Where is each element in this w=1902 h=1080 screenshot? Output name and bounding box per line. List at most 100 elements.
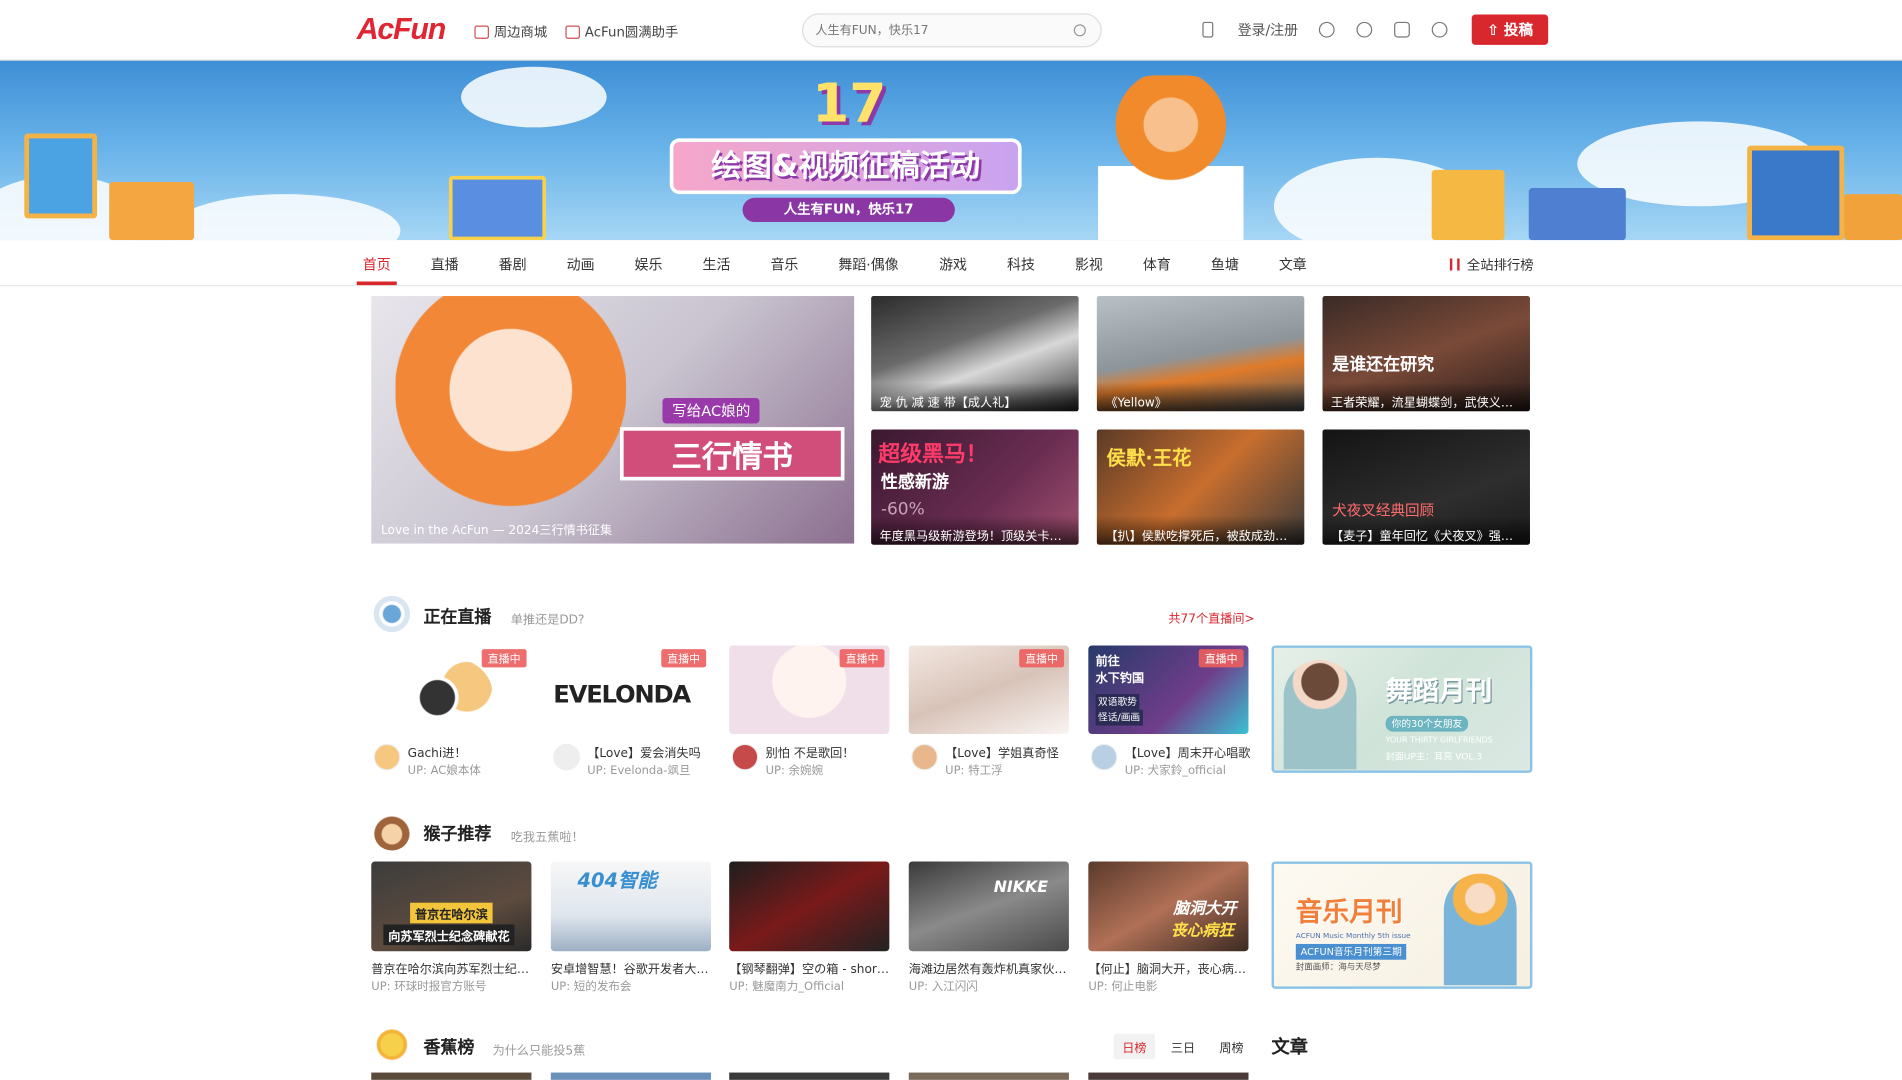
- nav-entertainment[interactable]: 娱乐: [635, 255, 663, 274]
- hero-carousel[interactable]: 写给AC娘的 三行情书 Love in the AcFun — 2024三行情书…: [371, 296, 855, 544]
- recommend-thumb[interactable]: 普京在哈尔滨 向苏军烈士纪念碑献花: [371, 861, 532, 952]
- recommend-uploader[interactable]: UP: 环球时报官方账号: [371, 977, 486, 993]
- article-section-title: 文章: [1271, 1036, 1308, 1058]
- avatar[interactable]: [911, 743, 938, 771]
- rank-link[interactable]: 全站排行榜: [1449, 255, 1534, 274]
- live-card-thumb[interactable]: 直播中: [371, 645, 532, 735]
- upload-icon: ⇧: [1486, 21, 1500, 39]
- music-monthly-promo[interactable]: 音乐月刊 ACFUN Music Monthly 5th issue ACFUN…: [1271, 861, 1533, 989]
- assistant-link[interactable]: AcFun圆满助手: [565, 22, 678, 41]
- feature-card[interactable]: 是谁还在研究 王者荣耀，流星蝴蝶剑，武侠义…: [1322, 296, 1530, 412]
- hero-character: [395, 296, 627, 544]
- recommend-uploader[interactable]: UP: 何止电影: [1088, 977, 1157, 993]
- feature-title: 王者荣耀，流星蝴蝶剑，武侠义…: [1322, 382, 1530, 412]
- search-icon[interactable]: [1073, 24, 1086, 37]
- monkey-section-title: 猴子推荐: [423, 825, 492, 845]
- live-title[interactable]: 【Love】周末开心唱歌: [1125, 743, 1251, 760]
- nav-live[interactable]: 直播: [431, 255, 459, 274]
- live-thumb-text: EVELONDA: [553, 679, 691, 709]
- assistant-icon: [565, 24, 580, 39]
- thumb-text: 向苏军烈士纪念碑献花: [383, 924, 515, 946]
- live-uploader[interactable]: UP: 犬家鈴_official: [1125, 761, 1226, 777]
- recommend-title[interactable]: 【钢琴翻弹】空の箱 - short …: [729, 959, 889, 976]
- dance-monthly-promo[interactable]: 舞蹈月刊 你的30个女朋友 YOUR THIRTY GIRLFRIENDS 封面…: [1271, 645, 1533, 773]
- recommend-thumb[interactable]: 脑洞大开 丧心病狂: [1088, 861, 1249, 952]
- live-uploader[interactable]: UP: 余婉婉: [766, 761, 824, 777]
- search-input[interactable]: [803, 14, 1046, 47]
- live-title[interactable]: 【Love】爱会消失吗: [587, 743, 701, 760]
- avatar[interactable]: [1090, 743, 1118, 771]
- live-title[interactable]: 别怕 不是歌回！: [766, 743, 855, 760]
- feature-card[interactable]: 《Yellow》: [1096, 296, 1305, 412]
- recommend-uploader[interactable]: UP: 魅魔南力_Official: [729, 977, 844, 993]
- recommend-uploader[interactable]: UP: 短的发布会: [551, 977, 632, 993]
- live-card-thumb[interactable]: EVELONDA 直播中: [550, 645, 711, 735]
- recommend-thumb[interactable]: [729, 861, 890, 952]
- promo-line: YOUR THIRTY GIRLFRIENDS: [1385, 735, 1493, 745]
- live-card-thumb[interactable]: 直播中: [729, 645, 890, 735]
- promo-line: ACFUN Music Monthly 5th issue: [1295, 931, 1411, 941]
- live-more-link[interactable]: 共77个直播间>: [1168, 608, 1254, 626]
- avatar[interactable]: [731, 743, 759, 771]
- tab-daily[interactable]: 日榜: [1113, 1033, 1156, 1060]
- nav-film[interactable]: 影视: [1075, 255, 1103, 274]
- feature-overlay-text: 性感新游: [880, 473, 949, 493]
- tab-three-day[interactable]: 三日: [1162, 1034, 1203, 1059]
- live-card-thumb[interactable]: 前往 水下钓国 双语歌势 怪话/画画 直播中: [1088, 645, 1249, 735]
- recommend-thumb[interactable]: NIKKE: [908, 861, 1069, 952]
- nav-bangumi[interactable]: 番剧: [499, 255, 527, 274]
- live-card-thumb[interactable]: 直播中: [908, 645, 1069, 735]
- assistant-link-label: AcFun圆满助手: [584, 24, 679, 41]
- nav-life[interactable]: 生活: [703, 255, 731, 274]
- live-uploader[interactable]: UP: AC娘本体: [408, 761, 481, 777]
- recommend-thumb[interactable]: 404智能: [550, 861, 711, 952]
- upload-label: 投稿: [1503, 21, 1534, 39]
- live-title[interactable]: Gachi进！: [408, 743, 467, 760]
- nav-games[interactable]: 游戏: [939, 255, 967, 274]
- avatar[interactable]: [553, 743, 580, 771]
- live-badge: 直播中: [839, 649, 885, 668]
- shop-link[interactable]: 周边商城: [474, 22, 547, 41]
- message-icon[interactable]: [1318, 21, 1335, 38]
- live-title[interactable]: 【Love】学姐真奇怪: [945, 743, 1059, 760]
- history-icon[interactable]: [1356, 21, 1373, 38]
- avatar[interactable]: [373, 743, 401, 771]
- feature-card[interactable]: 超级黑马！ 性感新游 -60% 年度黑马级新游登场！顶级关卡…: [871, 429, 1079, 545]
- feature-card[interactable]: 宠 仇 减 速 带【成人礼】: [871, 296, 1079, 412]
- nav-music[interactable]: 音乐: [770, 255, 798, 274]
- monkey-section-sub: 吃我五蕉啦！: [510, 831, 584, 845]
- hero-caption: Love in the AcFun — 2024三行情书征集: [380, 524, 613, 538]
- recommend-title[interactable]: 安卓增智慧！谷歌开发者大…: [551, 959, 711, 976]
- live-icon[interactable]: [1431, 21, 1448, 38]
- recommend-uploader[interactable]: UP: 入江闪闪: [909, 977, 978, 993]
- recommend-title[interactable]: 海滩边居然有轰炸机真家伙…: [909, 959, 1069, 976]
- tab-weekly[interactable]: 周榜: [1211, 1034, 1252, 1059]
- promo-line: ACFUN音乐月刊第三期: [1295, 943, 1407, 960]
- nav-tech[interactable]: 科技: [1007, 255, 1035, 274]
- favorites-icon[interactable]: [1394, 21, 1410, 38]
- nav-active-indicator: [356, 281, 397, 286]
- feature-overlay-text: 是谁还在研究: [1332, 355, 1435, 375]
- upload-button[interactable]: ⇧ 投稿: [1471, 14, 1549, 45]
- feature-card[interactable]: 犬夜叉经典回顾 【麦子】童年回忆《犬夜叉》强气…: [1322, 429, 1530, 545]
- nav-animation[interactable]: 动画: [567, 255, 595, 274]
- feature-card[interactable]: 侯默·王花 【扒】侯默吃撑死后，被敌成劲劳…: [1096, 429, 1305, 545]
- nav-sports[interactable]: 体育: [1143, 255, 1171, 274]
- live-thumb-text: 前往: [1095, 655, 1120, 669]
- live-uploader[interactable]: UP: 特工浮: [945, 761, 1003, 777]
- nav-fishpond[interactable]: 鱼塘: [1211, 255, 1239, 274]
- event-banner[interactable]: 17 绘图&视频征稿活动 人生有FUN，快乐17: [0, 60, 1902, 241]
- mobile-icon[interactable]: [1202, 21, 1214, 38]
- live-section-sub: 单推还是DD?: [510, 613, 585, 628]
- live-uploader[interactable]: UP: Evelonda-飒旦: [587, 761, 690, 777]
- banner-subtitle: 人生有FUN，快乐17: [742, 197, 955, 223]
- nav-dance[interactable]: 舞蹈·偶像: [838, 255, 898, 274]
- live-badge: 直播中: [661, 649, 707, 668]
- acfun-logo[interactable]: AcFun: [357, 12, 447, 47]
- recommend-title[interactable]: 普京在哈尔滨向苏军烈士纪…: [371, 959, 531, 976]
- nav-articles[interactable]: 文章: [1279, 255, 1307, 274]
- banner-number: 17: [812, 72, 887, 135]
- nav-home[interactable]: 首页: [363, 255, 391, 274]
- login-link[interactable]: 登录/注册: [1238, 21, 1299, 40]
- recommend-title[interactable]: 【何止】脑洞大开，丧心病狂…: [1088, 959, 1248, 976]
